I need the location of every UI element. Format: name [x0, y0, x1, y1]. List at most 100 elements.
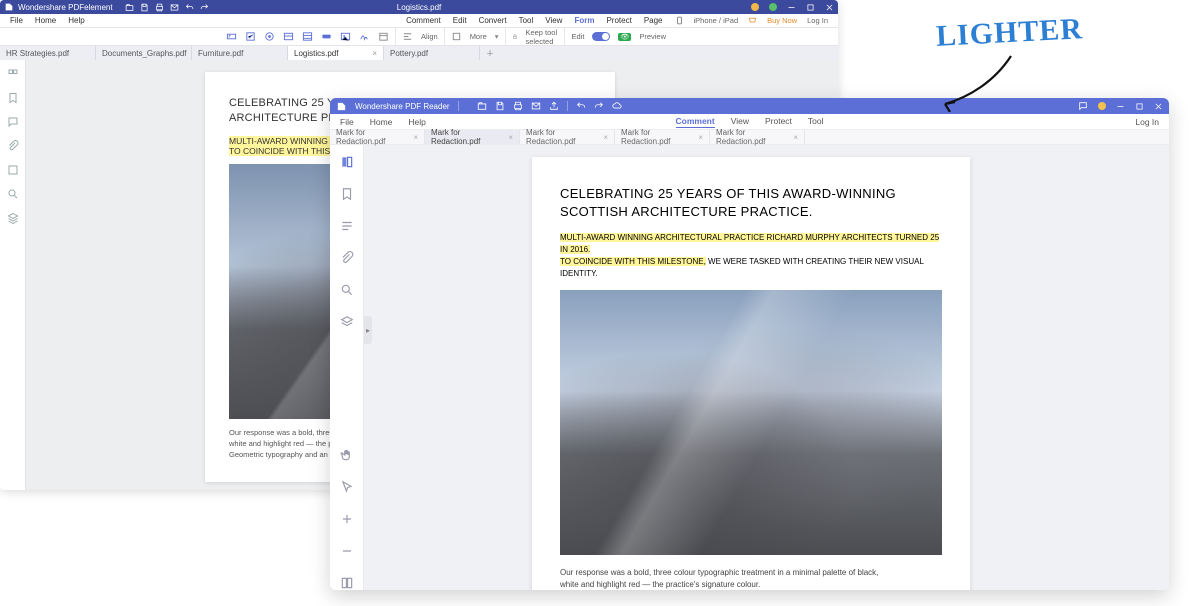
menu-file[interactable]: File [10, 16, 23, 25]
checkbox-icon[interactable] [245, 31, 256, 42]
ribbon-form[interactable]: Form [574, 16, 594, 25]
bookmark-icon[interactable] [7, 92, 19, 104]
ribbon-tool[interactable]: Tool [519, 16, 534, 25]
align-icon[interactable] [402, 31, 413, 42]
qat-save-icon[interactable] [495, 101, 505, 111]
fields-icon[interactable] [7, 164, 19, 176]
minimize-icon[interactable] [1116, 102, 1125, 111]
qat-save-icon[interactable] [140, 3, 149, 12]
tab-pottery[interactable]: Pottery.pdf [384, 46, 480, 60]
ribbon-comment[interactable]: Comment [406, 16, 441, 25]
tab-1[interactable]: Mark for Redaction.pdf× [425, 130, 520, 144]
ribbon-tool[interactable]: Tool [808, 116, 824, 128]
ribbon-comment[interactable]: Comment [675, 116, 714, 128]
thumbnails-icon[interactable] [340, 155, 354, 169]
annotations-icon[interactable] [340, 219, 354, 233]
tab-hr[interactable]: HR Strategies.pdf [0, 46, 96, 60]
ribbon-view[interactable]: View [545, 16, 562, 25]
qat-redo-icon[interactable] [200, 3, 209, 12]
qat-mail-icon[interactable] [170, 3, 179, 12]
maximize-icon[interactable] [1135, 102, 1144, 111]
ribbon-protect[interactable]: Protect [765, 116, 792, 128]
buy-now[interactable]: Buy Now [767, 16, 797, 25]
menu-home[interactable]: Home [370, 117, 393, 127]
keep-tool-label[interactable]: Keep tool selected [525, 28, 558, 46]
signature-icon[interactable] [359, 31, 370, 42]
align-label[interactable]: Align [421, 32, 438, 41]
edit-label[interactable]: Edit [571, 32, 584, 41]
sync-dot-icon[interactable] [751, 3, 759, 11]
select-tool-icon[interactable] [340, 480, 354, 494]
annotations-icon[interactable] [7, 116, 19, 128]
minimize-icon[interactable] [787, 3, 796, 12]
layers-icon[interactable] [340, 315, 354, 329]
tab-close-icon[interactable]: × [603, 133, 608, 142]
status-dot-icon[interactable] [769, 3, 777, 11]
edit-preview-toggle[interactable] [592, 32, 610, 41]
ribbon-edit[interactable]: Edit [453, 16, 467, 25]
phone-icon[interactable] [675, 16, 684, 25]
ribbon-page[interactable]: Page [644, 16, 663, 25]
qat-print-icon[interactable] [155, 3, 164, 12]
more-icon[interactable] [451, 31, 462, 42]
button-icon[interactable] [321, 31, 332, 42]
menu-file[interactable]: File [340, 117, 354, 127]
tab-4[interactable]: Mark for Redaction.pdf× [710, 130, 805, 144]
maximize-icon[interactable] [806, 3, 815, 12]
qat-mail-icon[interactable] [531, 101, 541, 111]
tab-documents[interactable]: Documents_Graphs.pdf [96, 46, 192, 60]
tab-logistics[interactable]: Logistics.pdf× [288, 46, 384, 60]
tab-close-icon[interactable]: × [793, 133, 798, 142]
close-icon[interactable] [825, 3, 834, 12]
search-icon[interactable] [7, 188, 19, 200]
tab-2[interactable]: Mark for Redaction.pdf× [520, 130, 615, 144]
cart-icon[interactable] [748, 16, 757, 25]
status-dot-icon[interactable] [1098, 102, 1106, 110]
dropdown-icon[interactable] [283, 31, 294, 42]
attachments-icon[interactable] [340, 251, 354, 265]
textfield-icon[interactable] [226, 31, 237, 42]
qat-undo-icon[interactable] [576, 101, 586, 111]
tab-close-icon[interactable]: × [372, 49, 377, 58]
tab-close-icon[interactable]: × [413, 133, 418, 142]
menu-help[interactable]: Help [408, 117, 425, 127]
zoom-out-icon[interactable] [340, 544, 354, 558]
chat-icon[interactable] [1078, 101, 1088, 111]
attachments-icon[interactable] [7, 140, 19, 152]
login[interactable]: Log In [807, 16, 828, 25]
qat-redo-icon[interactable] [594, 101, 604, 111]
qat-share-icon[interactable] [549, 101, 559, 111]
date-field-icon[interactable] [378, 31, 389, 42]
ribbon-view[interactable]: View [731, 116, 749, 128]
zoom-in-icon[interactable] [340, 512, 354, 526]
close-icon[interactable] [1154, 102, 1163, 111]
menu-help[interactable]: Help [68, 16, 84, 25]
bookmark-icon[interactable] [340, 187, 354, 201]
tab-close-icon[interactable]: × [698, 133, 703, 142]
lock-icon[interactable] [512, 31, 518, 42]
ribbon-convert[interactable]: Convert [479, 16, 507, 25]
chevron-down-icon[interactable]: ▾ [495, 32, 499, 41]
tab-0[interactable]: Mark for Redaction.pdf× [330, 130, 425, 144]
thumbnails-icon[interactable] [7, 68, 19, 80]
qat-print-icon[interactable] [513, 101, 523, 111]
radiobutton-icon[interactable] [264, 31, 275, 42]
layers-icon[interactable] [7, 212, 19, 224]
hand-tool-icon[interactable] [340, 448, 354, 462]
more-label[interactable]: More [470, 32, 487, 41]
image-field-icon[interactable] [340, 31, 351, 42]
page-layout-icon[interactable] [340, 576, 354, 590]
tab-close-icon[interactable]: × [508, 133, 513, 142]
new-tab-button[interactable]: ＋ [480, 46, 500, 60]
tab-furniture[interactable]: Furniture.pdf [192, 46, 288, 60]
qat-open-icon[interactable] [125, 3, 134, 12]
menu-home[interactable]: Home [35, 16, 56, 25]
listbox-icon[interactable] [302, 31, 313, 42]
preview-label[interactable]: Preview [639, 32, 666, 41]
tab-3[interactable]: Mark for Redaction.pdf× [615, 130, 710, 144]
ribbon-protect[interactable]: Protect [606, 16, 631, 25]
login[interactable]: Log In [1135, 117, 1159, 127]
qat-open-icon[interactable] [477, 101, 487, 111]
qat-cloud-icon[interactable] [612, 101, 622, 111]
search-icon[interactable] [340, 283, 354, 297]
